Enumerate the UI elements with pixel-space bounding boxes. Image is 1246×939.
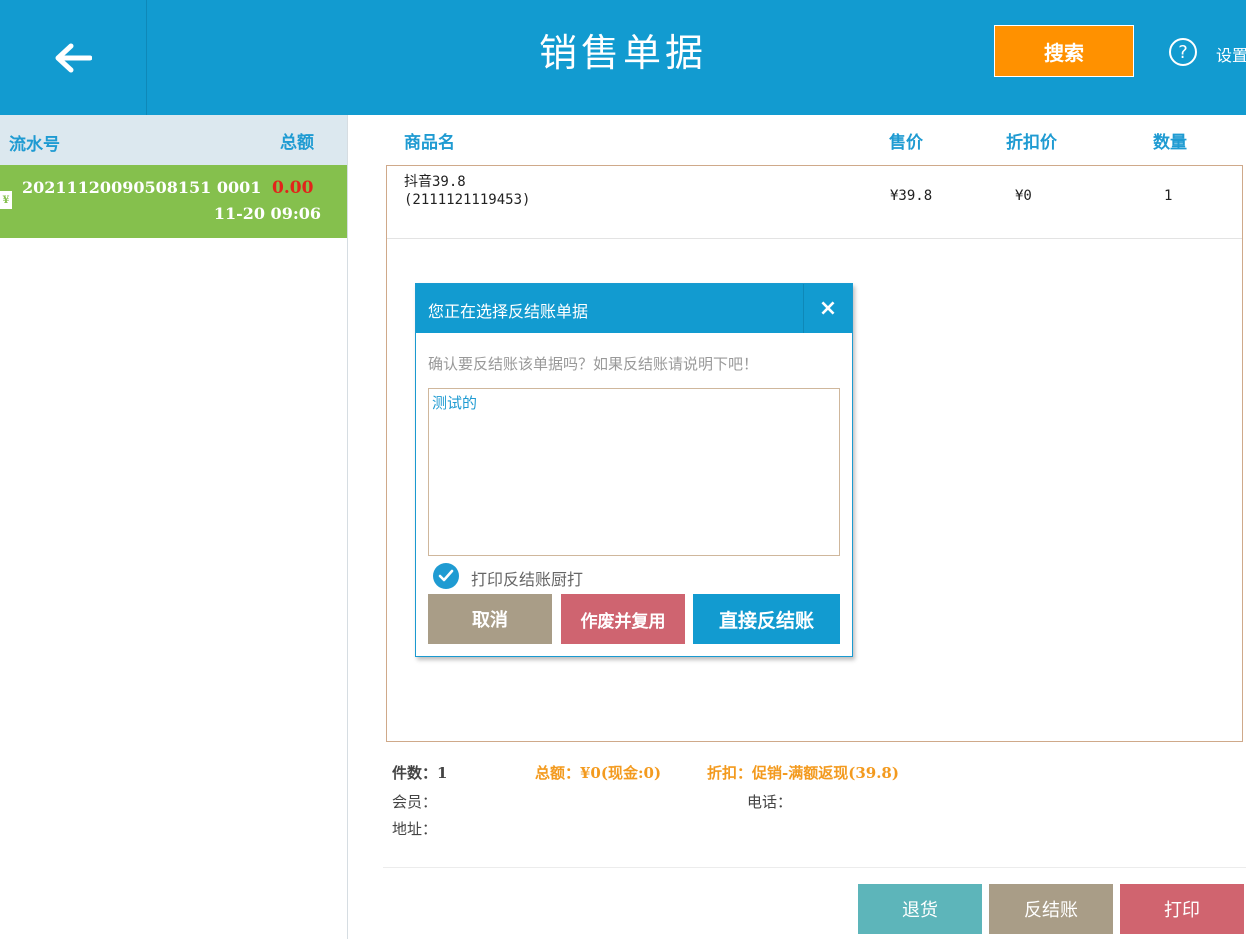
close-icon[interactable]: × xyxy=(803,284,852,333)
column-total: 总额 xyxy=(280,133,314,153)
column-serial-number: 流水号 xyxy=(9,135,60,155)
dialog-prompt: 确认要反结账该单据吗？如果反结账请说明下吧！ xyxy=(428,355,759,373)
reverse-checkout-dialog: 您正在选择反结账单据 × 确认要反结账该单据吗？如果反结账请说明下吧！ 测试的 … xyxy=(415,283,853,657)
void-and-reuse-button[interactable]: 作废并复用 xyxy=(561,594,685,644)
receipt-yen-icon: ¥ xyxy=(0,191,12,209)
reverse-checkout-button[interactable]: 反结账 xyxy=(989,884,1113,934)
return-button[interactable]: 退货 xyxy=(858,884,982,934)
print-button[interactable]: 打印 xyxy=(1120,884,1244,934)
column-product-name: 商品名 xyxy=(404,133,455,153)
order-amount: 0.00 xyxy=(272,178,314,198)
summary-address: 地址： xyxy=(392,820,438,838)
column-discount-price: 折扣价 xyxy=(1006,133,1057,153)
order-time: 11-20 09:06 xyxy=(213,204,321,223)
column-price: 售价 xyxy=(889,133,923,153)
checkmark-icon xyxy=(438,569,454,582)
order-list-panel: 流水号 总额 ¥ 20211120090508151 0001 0.00 11-… xyxy=(0,115,348,939)
table-row[interactable]: 抖音39.8 (2111121119453) ¥39.8 ¥0 1 xyxy=(387,166,1242,239)
cancel-button[interactable]: 取消 xyxy=(428,594,552,644)
summary-phone: 电话： xyxy=(747,793,793,811)
item-name-cell: 抖音39.8 (2111121119453) xyxy=(404,173,530,209)
item-quantity: 1 xyxy=(1164,188,1173,204)
question-circle-icon[interactable]: ? xyxy=(1169,38,1197,66)
settings-link[interactable]: 设置 xyxy=(1216,42,1246,66)
order-serial: 20211120090508151 0001 xyxy=(22,178,262,197)
direct-reverse-checkout-button[interactable]: 直接反结账 xyxy=(693,594,840,644)
print-kitchen-checkbox[interactable] xyxy=(433,563,459,589)
dialog-title: 您正在选择反结账单据 xyxy=(428,302,589,321)
summary-total: 总额：¥0(现金:0) xyxy=(535,764,662,782)
column-quantity: 数量 xyxy=(1153,133,1187,153)
order-list-header: 流水号 总额 xyxy=(0,115,347,165)
item-name: 抖音39.8 xyxy=(404,174,466,190)
print-kitchen-label[interactable]: 打印反结账厨打 xyxy=(471,566,583,590)
search-button[interactable]: 搜索 xyxy=(994,25,1134,77)
app-header: 销售单据 搜索 ? 设置 xyxy=(0,0,1246,115)
footer-divider xyxy=(383,867,1246,868)
summary-member: 会员： xyxy=(392,793,438,811)
reason-textarea[interactable]: 测试的 xyxy=(428,388,840,556)
dialog-titlebar: 您正在选择反结账单据 × xyxy=(416,284,852,333)
summary-count: 件数：1 xyxy=(392,764,448,782)
order-list-item[interactable]: ¥ 20211120090508151 0001 0.00 11-20 09:0… xyxy=(0,165,347,238)
item-price: ¥39.8 xyxy=(890,188,933,204)
item-discount-price: ¥0 xyxy=(1015,188,1032,204)
item-code: (2111121119453) xyxy=(404,192,531,208)
summary-discount: 折扣：促销-满额返现(39.8) xyxy=(707,764,899,782)
